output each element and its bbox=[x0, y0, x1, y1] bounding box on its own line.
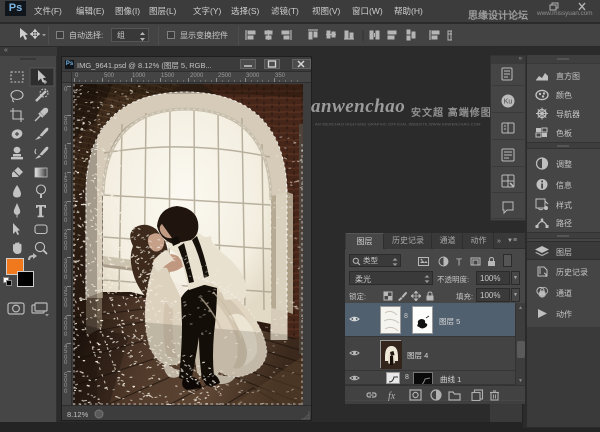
svg-text:Ku: Ku bbox=[504, 99, 513, 106]
svg-text:fx: fx bbox=[388, 391, 396, 401]
svg-text:T: T bbox=[456, 258, 462, 268]
